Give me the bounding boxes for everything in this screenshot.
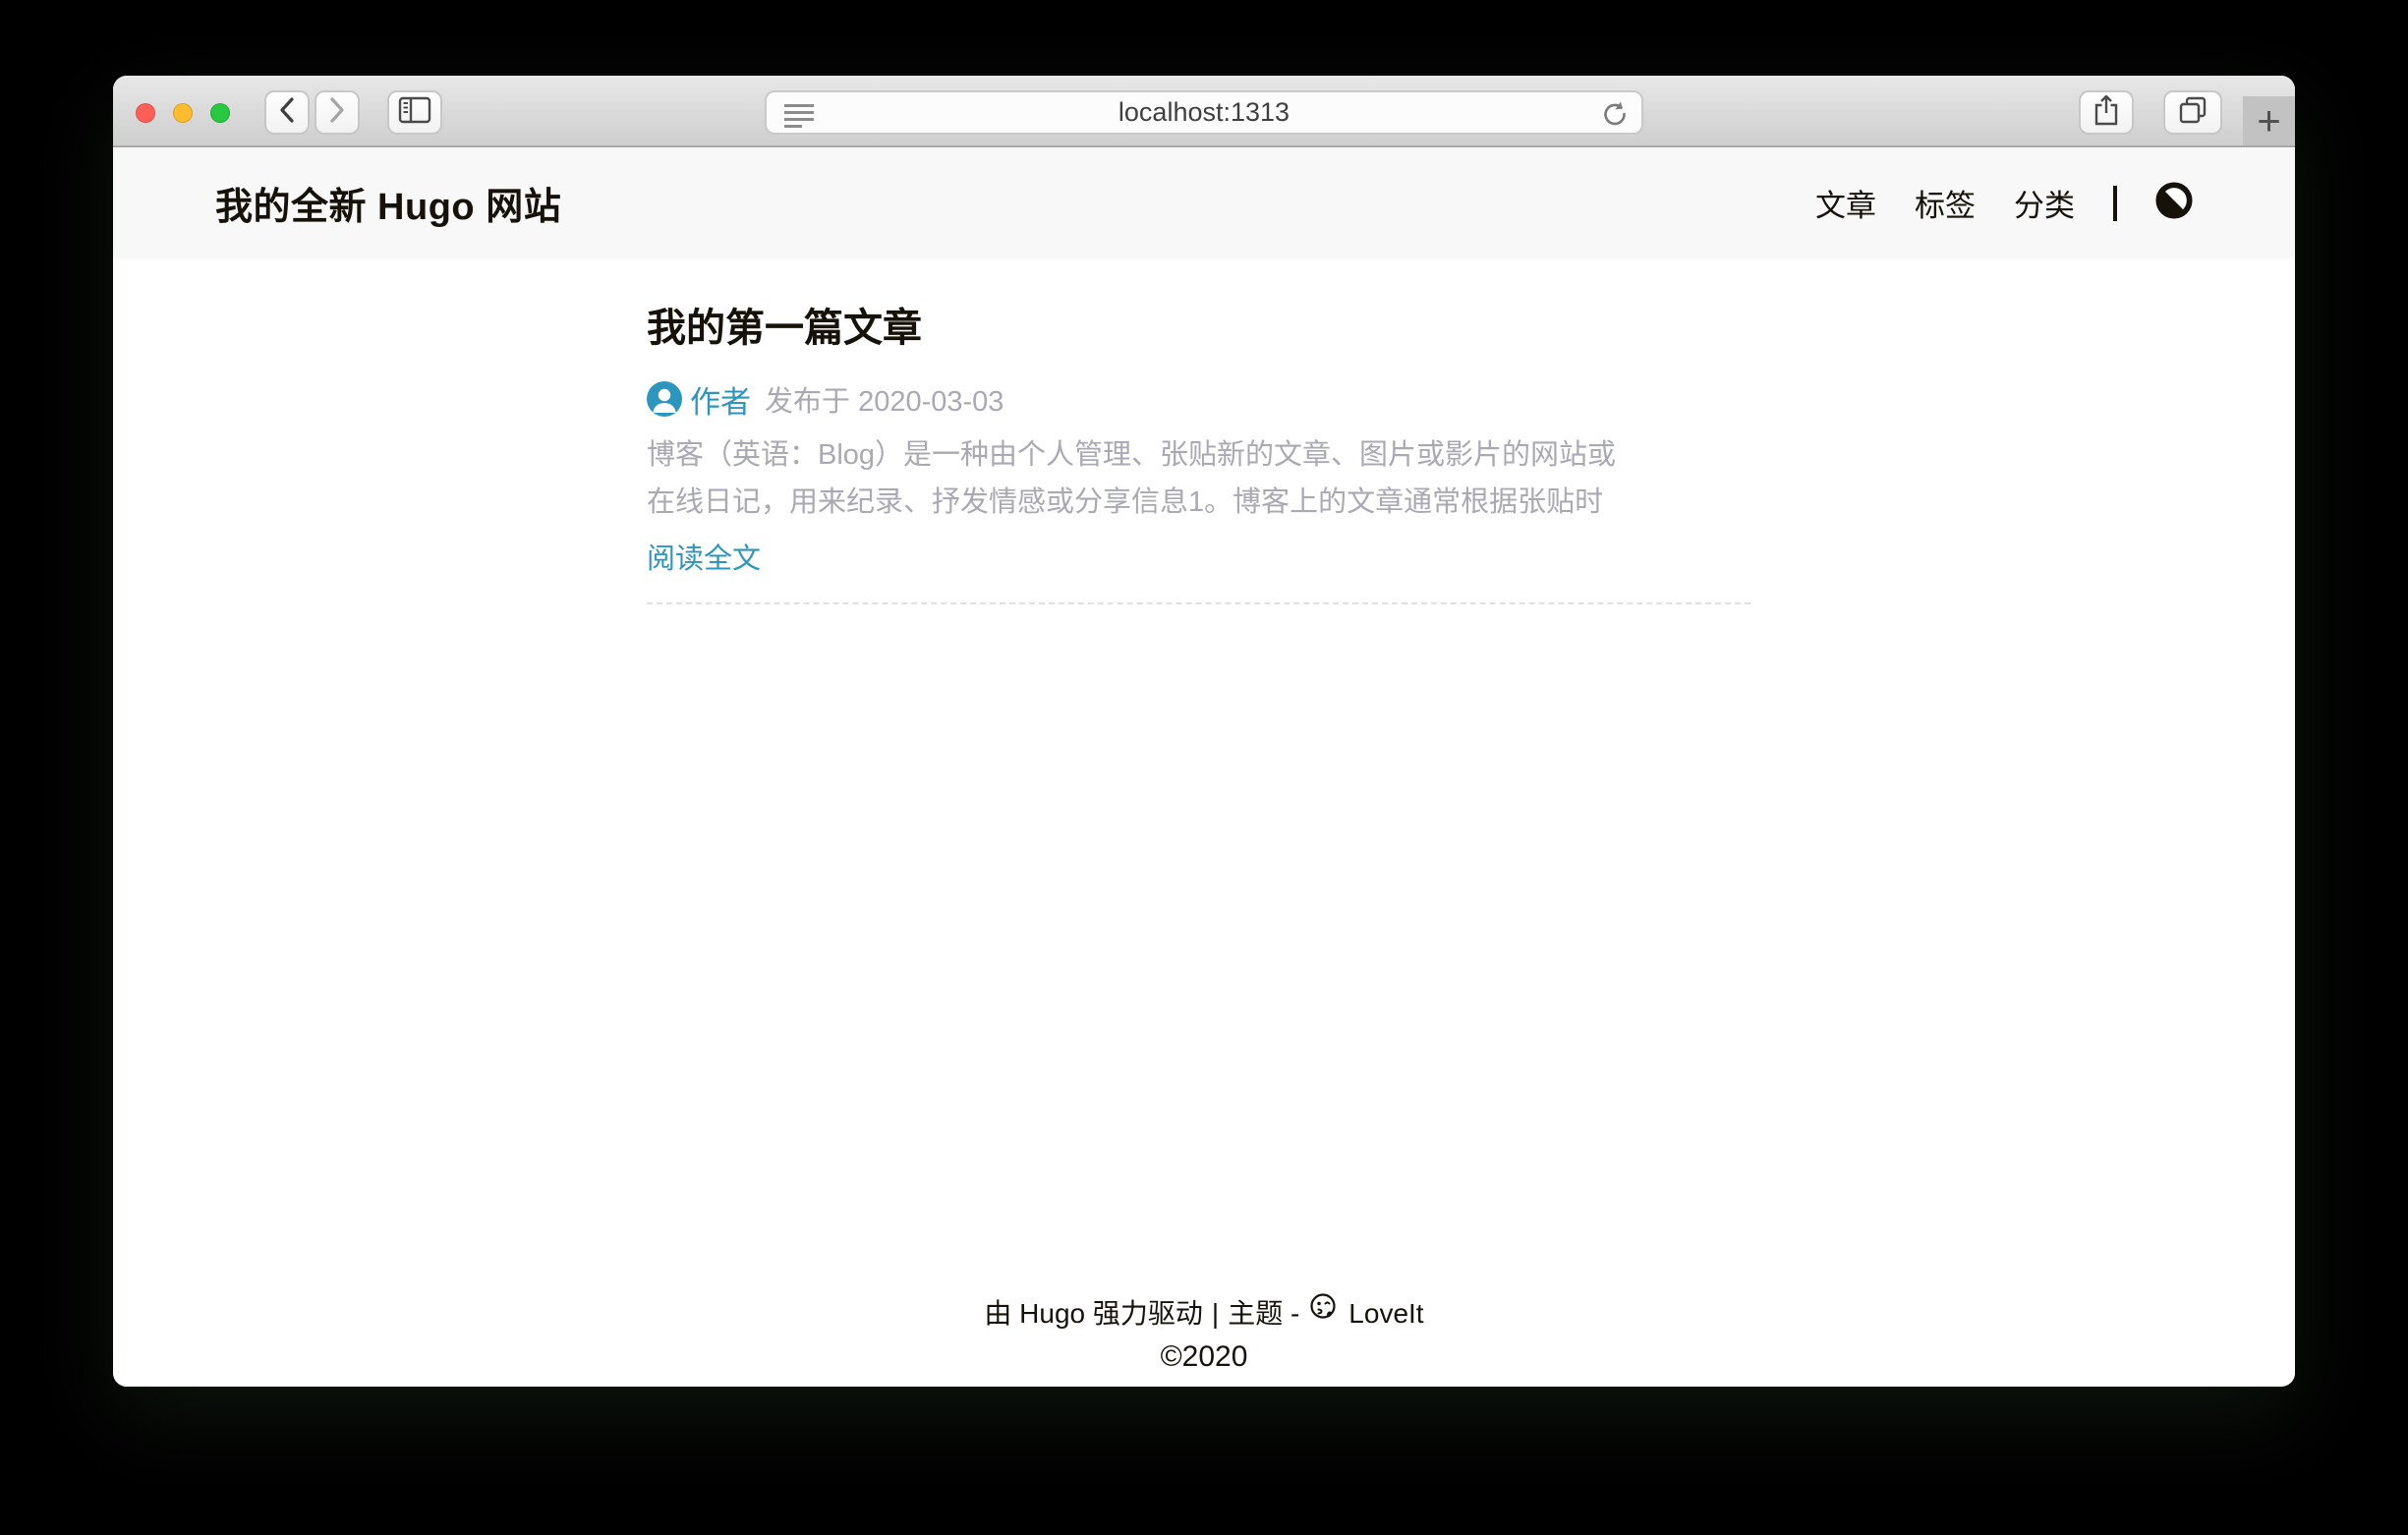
- post-excerpt: 博客（英语：Blog）是一种由个人管理、张贴新的文章、图片或影片的网站或 在线日…: [647, 431, 1750, 526]
- minimize-window-button[interactable]: [173, 103, 193, 123]
- post-summary: 我的第一篇文章 作者 发布于 2020-03-03: [647, 302, 1750, 604]
- reload-icon[interactable]: [1600, 100, 1630, 135]
- forward-button[interactable]: [315, 90, 360, 135]
- read-more-link[interactable]: 阅读全文: [647, 536, 761, 583]
- post-title[interactable]: 我的第一篇文章: [647, 302, 1750, 355]
- footer-powered-text[interactable]: 由 Hugo 强力驱动: [984, 1292, 1203, 1336]
- plus-icon: +: [2257, 97, 2281, 144]
- address-bar[interactable]: localhost:1313: [765, 90, 1643, 135]
- new-tab-button[interactable]: +: [2243, 96, 2295, 145]
- reader-view-icon[interactable]: [782, 101, 818, 134]
- nav-item-categories[interactable]: 分类: [2014, 181, 2075, 225]
- post-date: 发布于 2020-03-03: [765, 378, 1003, 420]
- sidebar-toggle-button[interactable]: [387, 90, 442, 135]
- user-circle-icon: [647, 381, 682, 417]
- excerpt-line: 博客（英语：Blog）是一种由个人管理、张贴新的文章、图片或影片的网站或: [647, 431, 1750, 479]
- site-footer: 由 Hugo 强力驱动 | 主题 - LoveIt ©2020: [113, 1291, 2295, 1387]
- site-nav: 文章 标签 分类: [1815, 181, 2193, 225]
- theme-adjust-icon: [2155, 182, 2193, 224]
- browser-window: localhost:1313: [113, 76, 2295, 1387]
- traffic-lights: [136, 103, 230, 123]
- footer-theme-label: 主题 -: [1228, 1292, 1299, 1336]
- nav-item-tags[interactable]: 标签: [1915, 181, 1976, 225]
- footer-theme-name[interactable]: LoveIt: [1348, 1292, 1423, 1336]
- site-title[interactable]: 我的全新 Hugo 网站: [215, 176, 561, 230]
- post-meta: 作者 发布于 2020-03-03: [647, 378, 1750, 420]
- post-author-link[interactable]: 作者: [690, 377, 751, 422]
- close-window-button[interactable]: [136, 103, 155, 123]
- page-content: 我的第一篇文章 作者 发布于 2020-03-03: [113, 258, 2295, 1387]
- publish-date: 2020-03-03: [858, 386, 1003, 418]
- theme-toggle-button[interactable]: [2155, 182, 2193, 224]
- site-header: 我的全新 Hugo 网站 文章 标签 分类: [113, 147, 2295, 258]
- share-icon: [2093, 93, 2120, 132]
- nav-item-posts[interactable]: 文章: [1815, 181, 1876, 225]
- chevron-left-icon: [276, 95, 298, 130]
- post-divider: [647, 602, 1750, 604]
- kiss-wink-heart-icon: [1308, 1291, 1340, 1336]
- fullscreen-window-button[interactable]: [210, 103, 230, 123]
- sidebar-toggle-icon: [397, 94, 432, 131]
- share-button[interactable]: [2079, 90, 2134, 135]
- published-label: 发布于: [765, 386, 850, 418]
- back-button[interactable]: [264, 90, 310, 135]
- footer-powered-line: 由 Hugo 强力驱动 | 主题 - LoveIt: [113, 1291, 2295, 1336]
- tab-overview-button[interactable]: [2163, 90, 2222, 135]
- footer-separator: |: [1212, 1292, 1219, 1336]
- nav-separator: [2113, 186, 2117, 221]
- url-text: localhost:1313: [1118, 97, 1290, 128]
- excerpt-line: 在线日记，用来纪录、抒发情感或分享信息1。博客上的文章通常根据张贴时: [647, 479, 1750, 526]
- tab-overview-icon: [2176, 94, 2209, 131]
- chevron-right-icon: [326, 95, 348, 130]
- browser-toolbar: localhost:1313: [113, 76, 2295, 147]
- footer-copyright: ©2020: [113, 1336, 2295, 1379]
